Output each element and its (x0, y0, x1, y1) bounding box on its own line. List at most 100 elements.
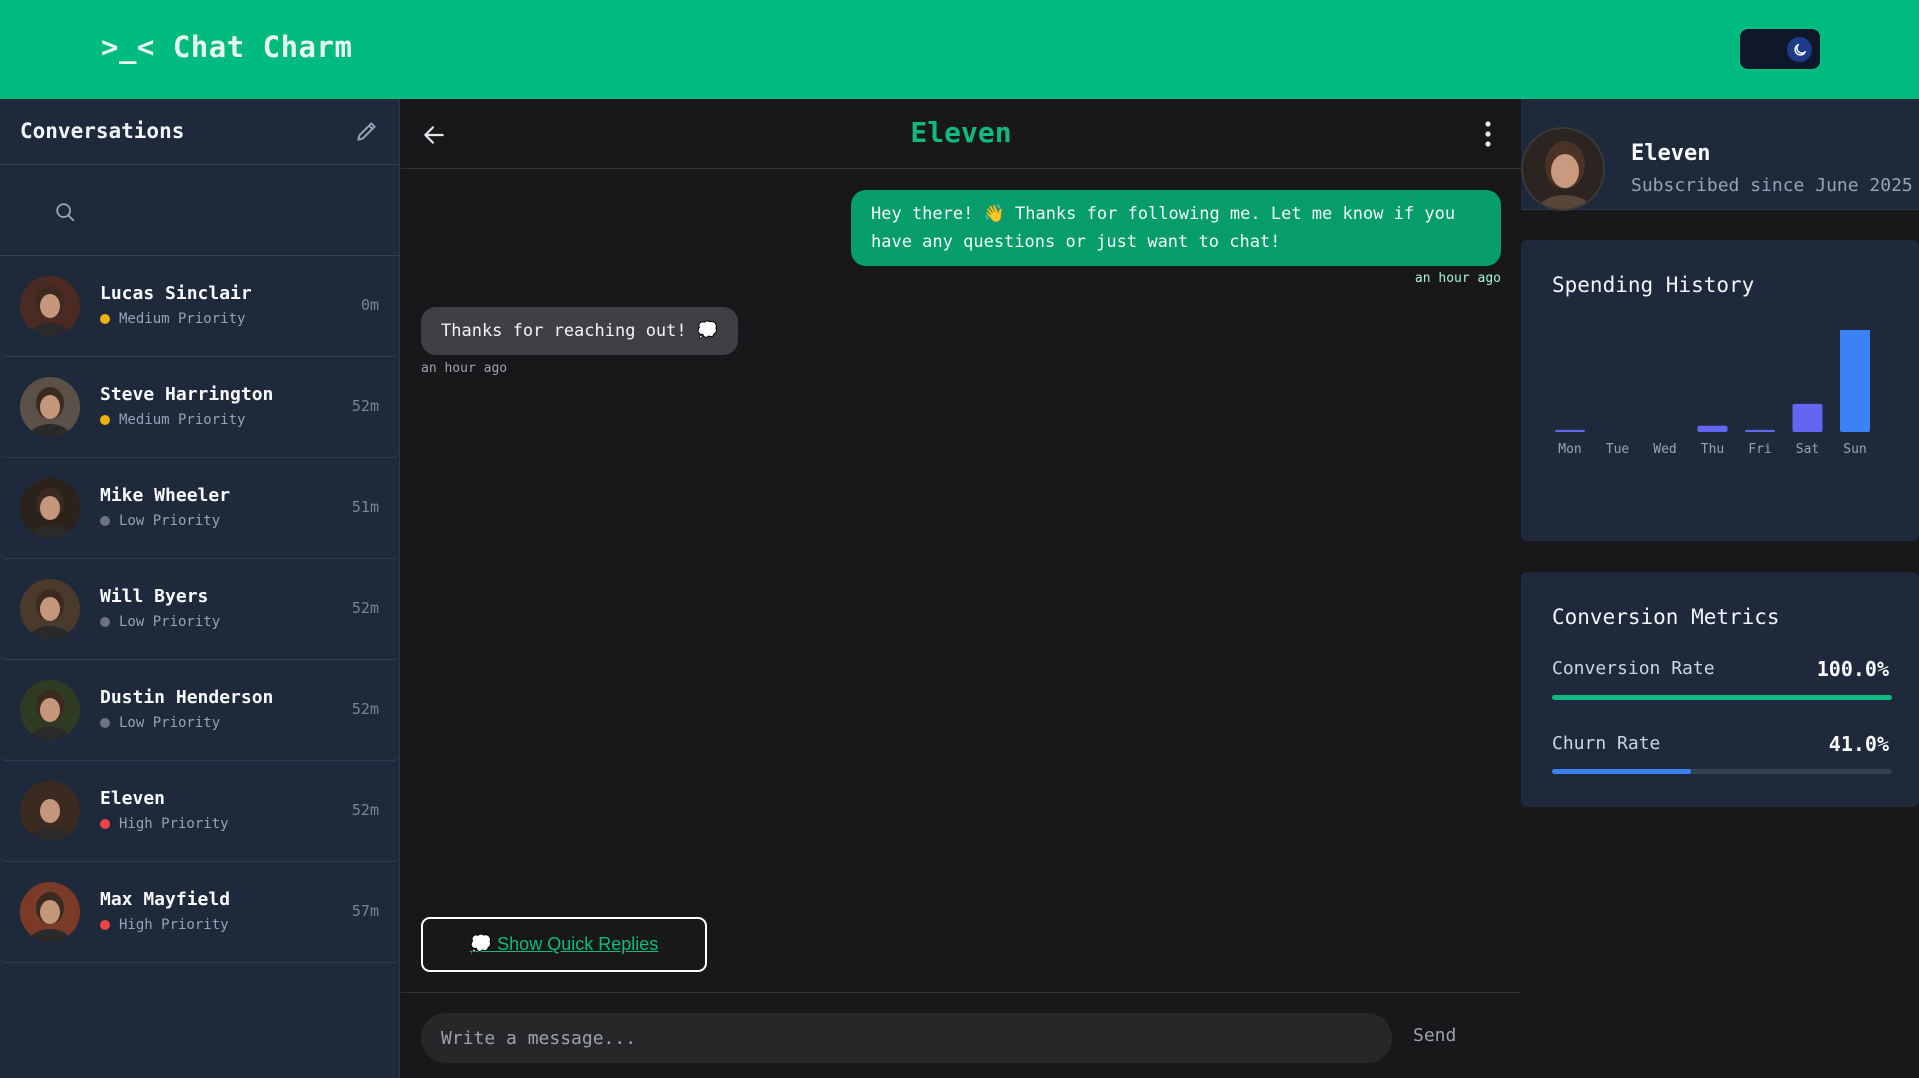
app-header: >_< Chat Charm (0, 0, 1919, 99)
conversation-item[interactable]: Max Mayfield High Priority 57m (0, 862, 399, 963)
churn-rate-fill (1552, 769, 1692, 774)
spending-tick-thu: Thu (1701, 442, 1724, 457)
search-bar (0, 165, 399, 256)
conversation-time: 52m (351, 397, 379, 415)
conversion-metrics-title: Conversion Metrics (1552, 605, 1780, 629)
send-button[interactable]: Send (1413, 1025, 1456, 1046)
spending-bar-sun (1840, 330, 1870, 432)
priority-label: Low Priority (119, 715, 221, 731)
priority-badge: High Priority (100, 917, 229, 933)
conversations-sidebar: Conversations Lucas Sinclair Medium Prior… (0, 99, 400, 1078)
conversation-item[interactable]: Will Byers Low Priority 52m (0, 559, 399, 660)
more-options-button[interactable] (1483, 119, 1493, 149)
spending-history-title: Spending History (1552, 273, 1755, 297)
conversation-time: 51m (351, 498, 379, 516)
priority-label: Low Priority (119, 614, 221, 630)
theme-toggle[interactable] (1740, 29, 1820, 69)
conversation-name: Dustin Henderson (100, 687, 274, 708)
conversation-name: Max Mayfield (100, 889, 231, 910)
priority-dot (100, 718, 110, 728)
conversation-list: Lucas Sinclair Medium Priority 0m Steve Har… (0, 256, 399, 963)
avatar (20, 478, 80, 538)
spending-tick-mon: Mon (1558, 442, 1581, 457)
conversation-name: Will Byers (100, 586, 209, 607)
show-quick-replies-button[interactable]: 💭 Show Quick Replies (421, 917, 707, 972)
message-timestamp: an hour ago (421, 361, 508, 376)
priority-label: High Priority (119, 917, 229, 933)
message-input[interactable] (421, 1013, 1392, 1063)
conversation-item[interactable]: Dustin Henderson Low Priority 52m (0, 660, 399, 761)
message-bubble-outgoing: Hey there! 👋 Thanks for following me. Le… (851, 190, 1501, 266)
message-bubble-incoming: Thanks for reaching out! 💭 (421, 307, 739, 355)
priority-badge: Medium Priority (100, 412, 245, 428)
conversation-time: 52m (351, 700, 379, 718)
priority-dot (100, 617, 110, 627)
new-conversation-button[interactable] (354, 118, 380, 144)
app-title: >_< Chat Charm (101, 30, 353, 64)
conversation-item[interactable]: Steve Harrington Medium Priority 52m (0, 357, 399, 458)
sidebar-title: Conversations (20, 119, 185, 143)
search-input[interactable] (20, 185, 380, 235)
chat-header: Eleven (401, 99, 1521, 169)
priority-badge: Low Priority (100, 715, 220, 731)
spending-tick-fri: Fri (1748, 442, 1771, 457)
subscription-info: Subscribed since June 2025 (1631, 175, 1913, 196)
priority-badge: Low Priority (100, 513, 220, 529)
priority-badge: High Priority (100, 816, 229, 832)
profile-name: Eleven (1631, 141, 1711, 166)
priority-dot (100, 314, 110, 324)
conversation-time: 52m (351, 801, 379, 819)
avatar (20, 276, 80, 336)
churn-rate-value: 41.0% (1828, 732, 1889, 756)
priority-dot (100, 819, 110, 829)
avatar (20, 882, 80, 942)
priority-badge: Low Priority (100, 614, 220, 630)
avatar (1521, 127, 1605, 211)
spending-tick-tue: Tue (1606, 442, 1630, 457)
sidebar-header: Conversations (0, 99, 399, 165)
conversation-name: Lucas Sinclair (100, 283, 252, 304)
churn-rate-label: Churn Rate (1552, 733, 1661, 754)
priority-dot (100, 920, 110, 930)
conversation-time: 52m (351, 599, 379, 617)
priority-badge: Medium Priority (100, 311, 245, 327)
moon-icon (1787, 37, 1812, 62)
spending-chart: Mon Tue Wed Thu Fri Sat Sun (1555, 330, 1870, 457)
churn-rate-bar (1552, 769, 1892, 774)
more-vertical-icon (1485, 121, 1491, 147)
avatar (20, 579, 80, 639)
spending-bar-sat (1792, 403, 1823, 432)
conversation-item[interactable]: Eleven High Priority 52m (0, 761, 399, 862)
conversation-name: Steve Harrington (100, 384, 274, 405)
avatar (20, 781, 80, 841)
spending-bar-mon (1555, 429, 1585, 432)
conversion-rate-bar (1552, 695, 1892, 700)
conversation-name: Eleven (100, 788, 166, 809)
spending-tick-sat: Sat (1796, 442, 1819, 457)
spending-tick-sun: Sun (1843, 442, 1866, 457)
avatar (20, 377, 80, 437)
conversion-metrics-card: Conversion Metrics Conversion Rate 100.0… (1521, 572, 1919, 807)
conversion-rate-fill (1552, 695, 1892, 700)
priority-label: Low Priority (119, 513, 221, 529)
conversation-time: 57m (351, 902, 379, 920)
profile-card: Eleven Subscribed since June 2025 (1521, 99, 1919, 211)
conversation-item[interactable]: Lucas Sinclair Medium Priority 0m (0, 256, 399, 357)
priority-label: High Priority (119, 816, 229, 832)
conversation-item[interactable]: Mike Wheeler Low Priority 51m (0, 458, 399, 559)
chat-panel: Eleven Hey there! 👋 Thanks for following… (401, 99, 1521, 1078)
spending-bar-thu (1697, 425, 1728, 432)
spending-tick-wed: Wed (1653, 442, 1676, 457)
priority-dot (100, 415, 110, 425)
conversation-name: Mike Wheeler (100, 485, 231, 506)
message-composer: Send (401, 992, 1521, 1078)
priority-label: Medium Priority (119, 311, 246, 327)
pencil-icon (357, 122, 376, 141)
profile-panel: Eleven Subscribed since June 2025 Spendi… (1521, 99, 1919, 1078)
conversation-time: 0m (360, 296, 379, 314)
avatar (20, 680, 80, 740)
priority-dot (100, 516, 110, 526)
conversion-rate-label: Conversion Rate (1552, 658, 1715, 679)
chat-title: Eleven (910, 116, 1012, 149)
conversion-rate-value: 100.0% (1816, 657, 1889, 681)
